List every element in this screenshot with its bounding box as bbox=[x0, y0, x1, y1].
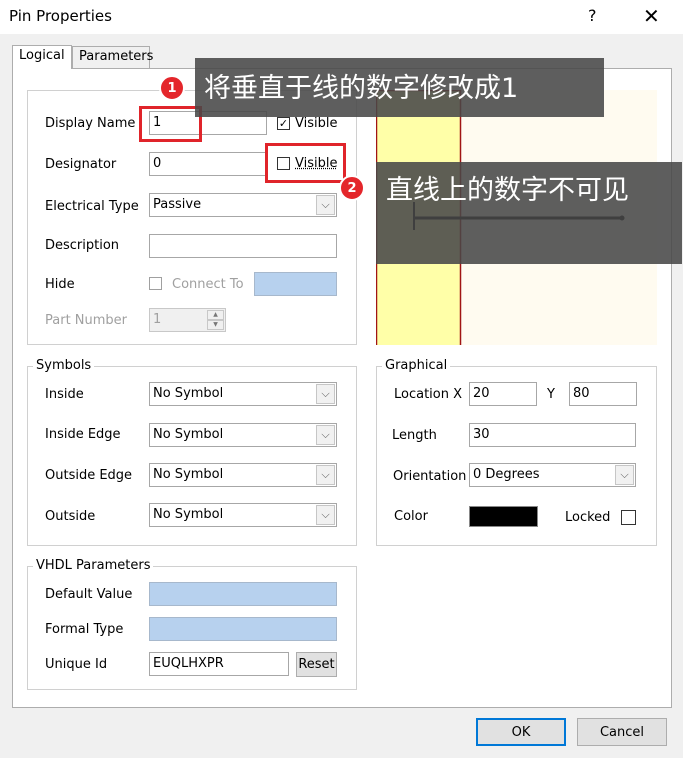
orientation-value: 0 Degrees bbox=[473, 467, 540, 482]
stepper-down-icon[interactable]: ▼ bbox=[207, 320, 224, 330]
help-button[interactable]: ? bbox=[588, 6, 597, 25]
length-input[interactable]: 30 bbox=[469, 423, 636, 447]
chevron-down-icon[interactable]: ⌵ bbox=[316, 505, 335, 525]
ok-button[interactable]: OK bbox=[476, 718, 566, 746]
description-input[interactable] bbox=[149, 234, 337, 258]
length-label: Length bbox=[392, 428, 437, 443]
tab-logical[interactable]: Logical bbox=[12, 45, 72, 69]
locked-label: Locked bbox=[565, 510, 611, 525]
outside-edge-label: Outside Edge bbox=[45, 468, 133, 483]
color-swatch[interactable] bbox=[469, 506, 538, 527]
electrical-type-value: Passive bbox=[153, 197, 202, 212]
annotation-badge-2: 2 bbox=[339, 175, 365, 201]
designator-label: Designator bbox=[45, 157, 117, 172]
tab-logical-label: Logical bbox=[19, 48, 65, 63]
tab-parameters[interactable]: Parameters bbox=[72, 46, 154, 68]
unique-id-input[interactable]: EUQLHXPR bbox=[149, 652, 289, 676]
outside-edge-value: No Symbol bbox=[153, 467, 224, 482]
display-name-label: Display Name bbox=[45, 116, 136, 131]
color-label: Color bbox=[394, 509, 428, 524]
inside-edge-label: Inside Edge bbox=[45, 427, 121, 442]
part-number-value: 1 bbox=[153, 312, 162, 327]
graphical-group-label: Graphical bbox=[382, 358, 451, 373]
chevron-down-icon[interactable]: ⌵ bbox=[316, 425, 335, 445]
part-number-label: Part Number bbox=[45, 313, 128, 328]
inside-label: Inside bbox=[45, 387, 84, 402]
close-button[interactable]: ✕ bbox=[643, 4, 660, 28]
description-label: Description bbox=[45, 238, 120, 253]
inside-edge-value: No Symbol bbox=[153, 427, 224, 442]
designator-input[interactable]: 0 bbox=[149, 152, 267, 176]
default-value-label: Default Value bbox=[45, 587, 133, 602]
orientation-label: Orientation bbox=[393, 469, 467, 484]
chevron-down-icon[interactable]: ⌵ bbox=[316, 384, 335, 404]
unique-id-label: Unique Id bbox=[45, 657, 108, 672]
location-x-label: Location X bbox=[394, 387, 463, 402]
chevron-down-icon[interactable]: ⌵ bbox=[316, 195, 335, 215]
part-number-stepper[interactable]: 1 ▲ ▼ bbox=[149, 308, 226, 332]
tab-parameters-label: Parameters bbox=[79, 49, 154, 64]
vhdl-group-label: VHDL Parameters bbox=[33, 558, 154, 573]
outside-value: No Symbol bbox=[153, 507, 224, 522]
check-icon: ✓ bbox=[278, 117, 289, 130]
chevron-down-icon[interactable]: ⌵ bbox=[615, 465, 634, 485]
outside-edge-select[interactable]: No Symbol ⌵ bbox=[149, 463, 337, 487]
electrical-type-label: Electrical Type bbox=[45, 199, 139, 214]
outside-select[interactable]: No Symbol ⌵ bbox=[149, 503, 337, 527]
orientation-select[interactable]: 0 Degrees ⌵ bbox=[469, 463, 636, 487]
reset-button[interactable]: Reset bbox=[296, 652, 337, 677]
location-x-input[interactable]: 20 bbox=[469, 382, 537, 406]
chevron-down-icon[interactable]: ⌵ bbox=[316, 465, 335, 485]
inside-edge-select[interactable]: No Symbol ⌵ bbox=[149, 423, 337, 447]
default-value-input[interactable] bbox=[149, 582, 337, 606]
locked-checkbox[interactable] bbox=[621, 510, 636, 525]
location-y-input[interactable]: 80 bbox=[569, 382, 637, 406]
display-name-visible-checkbox[interactable]: ✓ bbox=[277, 117, 290, 130]
connect-to-label: Connect To bbox=[172, 277, 244, 292]
display-name-visible-label: Visible bbox=[295, 116, 338, 131]
annotation-2-text: 直线上的数字不可见 bbox=[386, 175, 629, 206]
location-y-label: Y bbox=[547, 387, 555, 402]
formal-type-label: Formal Type bbox=[45, 622, 124, 637]
window-title: Pin Properties bbox=[9, 7, 112, 25]
highlight-designator-visible bbox=[265, 143, 346, 183]
inside-value: No Symbol bbox=[153, 386, 224, 401]
annotation-callout-1: 将垂直于线的数字修改成1 bbox=[195, 58, 604, 117]
hide-checkbox[interactable] bbox=[149, 277, 162, 290]
annotation-callout-2: 直线上的数字不可见 bbox=[376, 162, 682, 264]
annotation-badge-1: 1 bbox=[159, 75, 185, 101]
outside-label: Outside bbox=[45, 509, 96, 524]
cancel-button[interactable]: Cancel bbox=[577, 718, 667, 746]
symbols-group-label: Symbols bbox=[33, 358, 95, 373]
connect-to-input[interactable] bbox=[254, 272, 337, 296]
annotation-1-text: 将垂直于线的数字修改成1 bbox=[204, 73, 519, 104]
inside-select[interactable]: No Symbol ⌵ bbox=[149, 382, 337, 406]
title-bar: Pin Properties ? ✕ bbox=[0, 0, 683, 34]
formal-type-input[interactable] bbox=[149, 617, 337, 641]
hide-label: Hide bbox=[45, 277, 75, 292]
highlight-display-name bbox=[139, 106, 202, 142]
electrical-type-select[interactable]: Passive ⌵ bbox=[149, 193, 337, 217]
